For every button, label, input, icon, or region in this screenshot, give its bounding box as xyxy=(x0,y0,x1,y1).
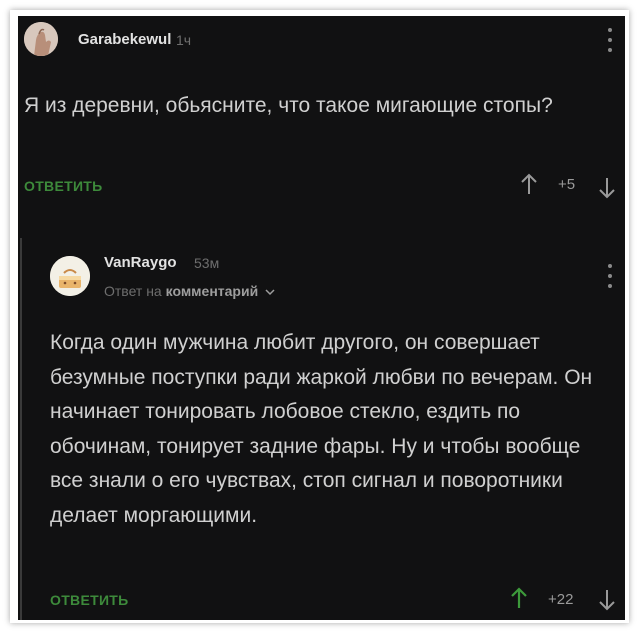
avatar-hand-icon xyxy=(24,22,58,56)
reply-meta-prefix: Ответ на xyxy=(104,283,162,299)
user-avatar[interactable] xyxy=(24,22,58,56)
comment-score: +5 xyxy=(558,176,576,193)
comment-reply-button[interactable]: ОТВЕТИТЬ xyxy=(24,178,103,194)
downvote-arrow-icon[interactable] xyxy=(598,176,616,200)
reply-avatar[interactable] xyxy=(50,256,90,296)
downvote-arrow-icon[interactable] xyxy=(598,588,616,612)
upvote-arrow-icon[interactable] xyxy=(520,172,538,196)
reply-username[interactable]: VanRaygo xyxy=(104,254,177,271)
upvote-arrow-active-icon[interactable] xyxy=(510,586,528,610)
comment-more-menu-icon[interactable] xyxy=(607,28,613,52)
reply-text: Когда один мужчина любит другого, он сов… xyxy=(50,331,593,527)
comment-username[interactable]: Garabekewul xyxy=(78,31,171,48)
reply-meta-link[interactable]: комментарий xyxy=(166,283,259,299)
thread-line xyxy=(20,238,22,620)
reply-reply-button[interactable]: ОТВЕТИТЬ xyxy=(50,592,129,608)
reply-score: +22 xyxy=(548,591,574,608)
comments-screen: Garabekewul 1ч Я из деревни, обьясните, … xyxy=(18,16,625,620)
reply-to-link[interactable]: Ответ на комментарий xyxy=(104,283,275,299)
comment-time: 1ч xyxy=(176,32,192,48)
chevron-down-icon xyxy=(265,289,275,296)
comment-text: Я из деревни, обьясните, что такое мигаю… xyxy=(24,94,553,117)
reply-time: 53м xyxy=(194,255,220,271)
reply-more-menu-icon[interactable] xyxy=(607,264,613,288)
avatar-cake-icon xyxy=(50,256,90,296)
